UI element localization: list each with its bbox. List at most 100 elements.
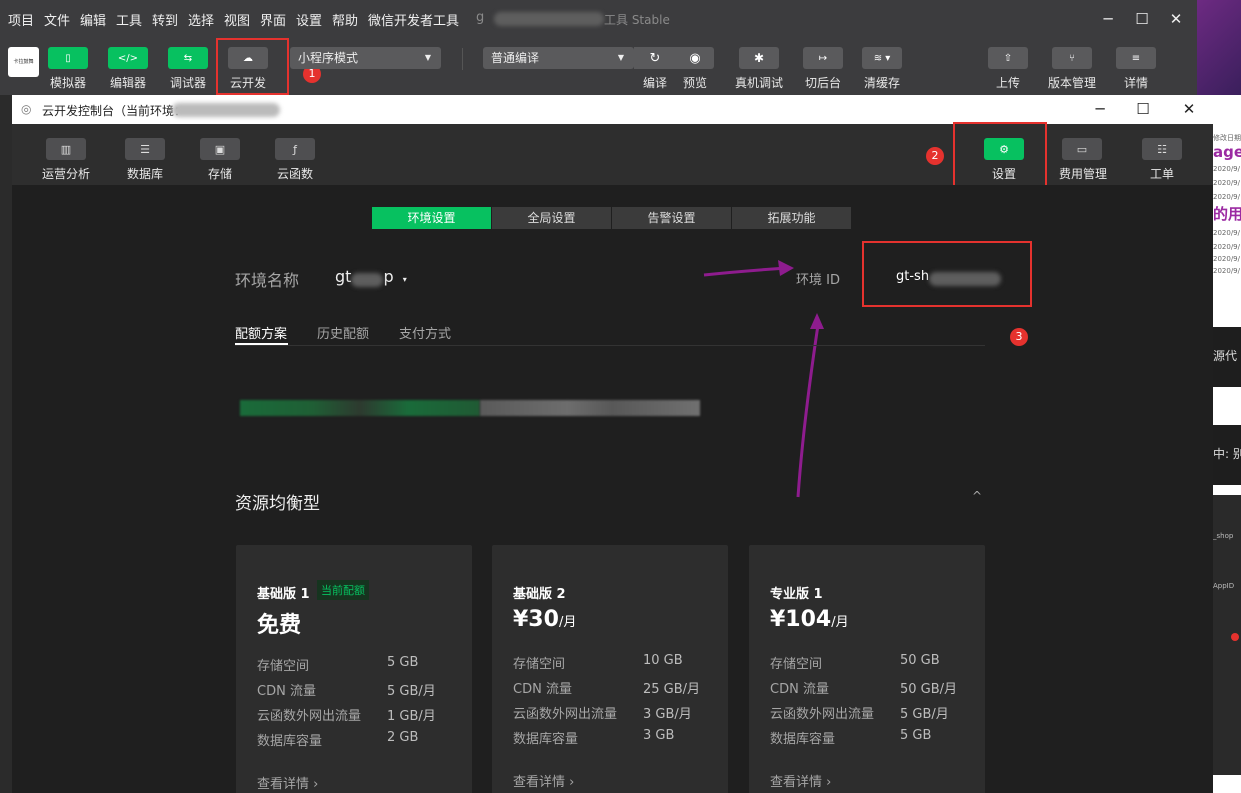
debugger-button[interactable]: ⇆ xyxy=(168,47,208,69)
plan-card[interactable]: 基础版 1 当前配额 免费 存储空间 5 GB CDN 流量 5 GB/月 云函… xyxy=(236,545,472,793)
menu-help[interactable]: 帮助 xyxy=(332,10,358,29)
compile-select[interactable]: 普通编译 ▼ xyxy=(483,47,634,69)
menu-file[interactable]: 文件 xyxy=(44,10,70,29)
menu-goto[interactable]: 转到 xyxy=(152,10,178,29)
view-details-link[interactable]: 查看详情 › xyxy=(513,771,574,790)
arrowhead xyxy=(810,313,824,329)
menu-wechat-devtools[interactable]: 微信开发者工具 xyxy=(368,10,459,29)
spec-label: 云函数外网出流量 xyxy=(770,707,875,722)
billing-button[interactable]: ▭ xyxy=(1062,138,1102,160)
save-icon: ▣ xyxy=(214,142,226,156)
close-icon[interactable]: ✕ xyxy=(1165,8,1187,30)
maximize-icon[interactable]: ☐ xyxy=(1131,8,1153,30)
spec-value: 10 GB xyxy=(643,653,683,668)
menu-select[interactable]: 选择 xyxy=(188,10,214,29)
menu-interface[interactable]: 界面 xyxy=(260,10,286,29)
annotation-box-1 xyxy=(216,38,289,95)
switch-background-button[interactable]: ↦ xyxy=(803,47,843,69)
editor-button[interactable]: </> xyxy=(108,47,148,69)
bg-text: _shop xyxy=(1213,532,1234,540)
billing-icon: ▭ xyxy=(1076,142,1088,156)
annotation-arrows xyxy=(703,260,824,498)
tab-alert-settings[interactable]: 告警设置 xyxy=(612,207,731,229)
subtab-quota-history[interactable]: 历史配额 xyxy=(317,323,369,342)
env-name-suffix: p xyxy=(383,267,394,286)
bg-text: 2020/9/ xyxy=(1213,255,1240,263)
menu-view[interactable]: 视图 xyxy=(224,10,250,29)
nav-storage-label: 存储 xyxy=(208,167,233,181)
tab-extensions[interactable]: 拓展功能 xyxy=(732,207,851,229)
ticket-icon: ☷ xyxy=(1157,142,1167,156)
storage-button[interactable]: ▣ xyxy=(200,138,240,160)
caret-down-icon: ▾ xyxy=(402,275,407,284)
section-title: 资源均衡型 xyxy=(235,494,320,514)
menu-edit[interactable]: 编辑 xyxy=(80,10,106,29)
remote-debug-button[interactable]: ✱ xyxy=(739,47,779,69)
tab-global-settings[interactable]: 全局设置 xyxy=(492,207,611,229)
spec-label: 存储空间 xyxy=(513,657,566,672)
preview-button[interactable]: ◉ xyxy=(676,47,714,69)
version-button[interactable]: ⑂ xyxy=(1052,47,1092,69)
background-window-edge xyxy=(0,95,12,793)
minimize-icon[interactable]: ─ xyxy=(1088,98,1112,120)
mode-select[interactable]: 小程序模式 ▼ xyxy=(290,47,441,69)
simulator-button[interactable]: ▯ xyxy=(48,47,88,69)
clear-cache-button[interactable]: ≋ ▾ xyxy=(862,47,902,69)
main-toolbar: 卡拉鼓舞 ▯ 模拟器 </> 编辑器 ⇆ 调试器 ☁ 云开发 1 小程序模式 ▼… xyxy=(0,38,1197,95)
redacted-text xyxy=(351,272,384,287)
compile-label: 编译 xyxy=(642,76,667,90)
tab-env-settings[interactable]: 环境设置 xyxy=(372,207,491,229)
redacted-text xyxy=(494,12,604,26)
bg-text: 2020/9/ xyxy=(1213,229,1240,237)
plan-price-value: 免费 xyxy=(257,613,302,638)
bg-text: 2020/9/ xyxy=(1213,243,1240,251)
cloud-console-window: ◎ 云开发控制台（当前环境： ─ ☐ ✕ ▥ 运营分析 ☰ 数据库 ▣ 存储 ƒ… xyxy=(12,95,1213,793)
analytics-button[interactable]: ▥ xyxy=(46,138,86,160)
chevron-down-icon: ▼ xyxy=(424,53,431,62)
details-label: 详情 xyxy=(1123,76,1148,90)
compile-button[interactable]: ↻ xyxy=(634,47,676,69)
upload-button[interactable]: ⇧ xyxy=(988,47,1028,69)
menu-settings[interactable]: 设置 xyxy=(296,10,322,29)
background-window: 修改日期 age 2020/9/ 2020/9/ 2020/9/ 的用 2020… xyxy=(1213,95,1241,793)
spec-value: 3 GB xyxy=(643,728,675,743)
arrowhead xyxy=(778,260,794,276)
project-avatar[interactable]: 卡拉鼓舞 xyxy=(8,47,39,77)
chevron-up-icon[interactable]: ^ xyxy=(972,489,982,503)
annotation-box-3 xyxy=(862,241,1032,307)
menu-tools[interactable]: 工具 xyxy=(116,10,142,29)
bg-text: AppID xyxy=(1213,582,1235,590)
spec-label: 数据库容量 xyxy=(257,734,323,749)
view-details-link[interactable]: 查看详情 › xyxy=(770,771,831,790)
menu-project[interactable]: 项目 xyxy=(8,10,34,29)
nav-database-label: 数据库 xyxy=(127,167,164,181)
spec-label: 云函数外网出流量 xyxy=(257,709,362,724)
window-title: 工具 Stable xyxy=(604,13,670,27)
plan-name: 基础版 1 xyxy=(257,587,310,602)
switch-background-label: 切后台 xyxy=(804,76,841,90)
database-button[interactable]: ☰ xyxy=(125,138,165,160)
functions-button[interactable]: ƒ xyxy=(275,138,315,160)
bg-text: 修改日期 xyxy=(1213,134,1241,142)
settings-tabs: 环境设置 全局设置 告警设置 拓展功能 xyxy=(372,207,852,229)
compile-select-value: 普通编译 xyxy=(491,51,540,65)
redacted-block xyxy=(240,400,480,416)
subtab-payment[interactable]: 支付方式 xyxy=(399,323,451,342)
bg-text: age xyxy=(1213,143,1241,161)
spec-value: 2 GB xyxy=(387,730,419,745)
ticket-button[interactable]: ☷ xyxy=(1142,138,1182,160)
plan-card[interactable]: 基础版 2 ¥30/月 存储空间 10 GB CDN 流量 25 GB/月 云函… xyxy=(492,545,728,793)
maximize-icon[interactable]: ☐ xyxy=(1131,98,1155,120)
spec-value: 1 GB/月 xyxy=(387,709,436,724)
spec-value: 5 GB/月 xyxy=(900,707,949,722)
plan-card[interactable]: 专业版 1 ¥104/月 存储空间 50 GB CDN 流量 50 GB/月 云… xyxy=(749,545,985,793)
nav-ticket-label: 工单 xyxy=(1150,167,1175,181)
redacted-text xyxy=(172,103,280,117)
simulator-label: 模拟器 xyxy=(49,76,86,90)
env-name-select[interactable]: gt p ▾ xyxy=(335,267,407,287)
view-details-link[interactable]: 查看详情 › xyxy=(257,773,318,792)
subtab-quota-plan[interactable]: 配额方案 xyxy=(235,323,287,342)
close-icon[interactable]: ✕ xyxy=(1177,98,1201,120)
minimize-icon[interactable]: ─ xyxy=(1097,8,1119,30)
details-button[interactable]: ≡ xyxy=(1116,47,1156,69)
